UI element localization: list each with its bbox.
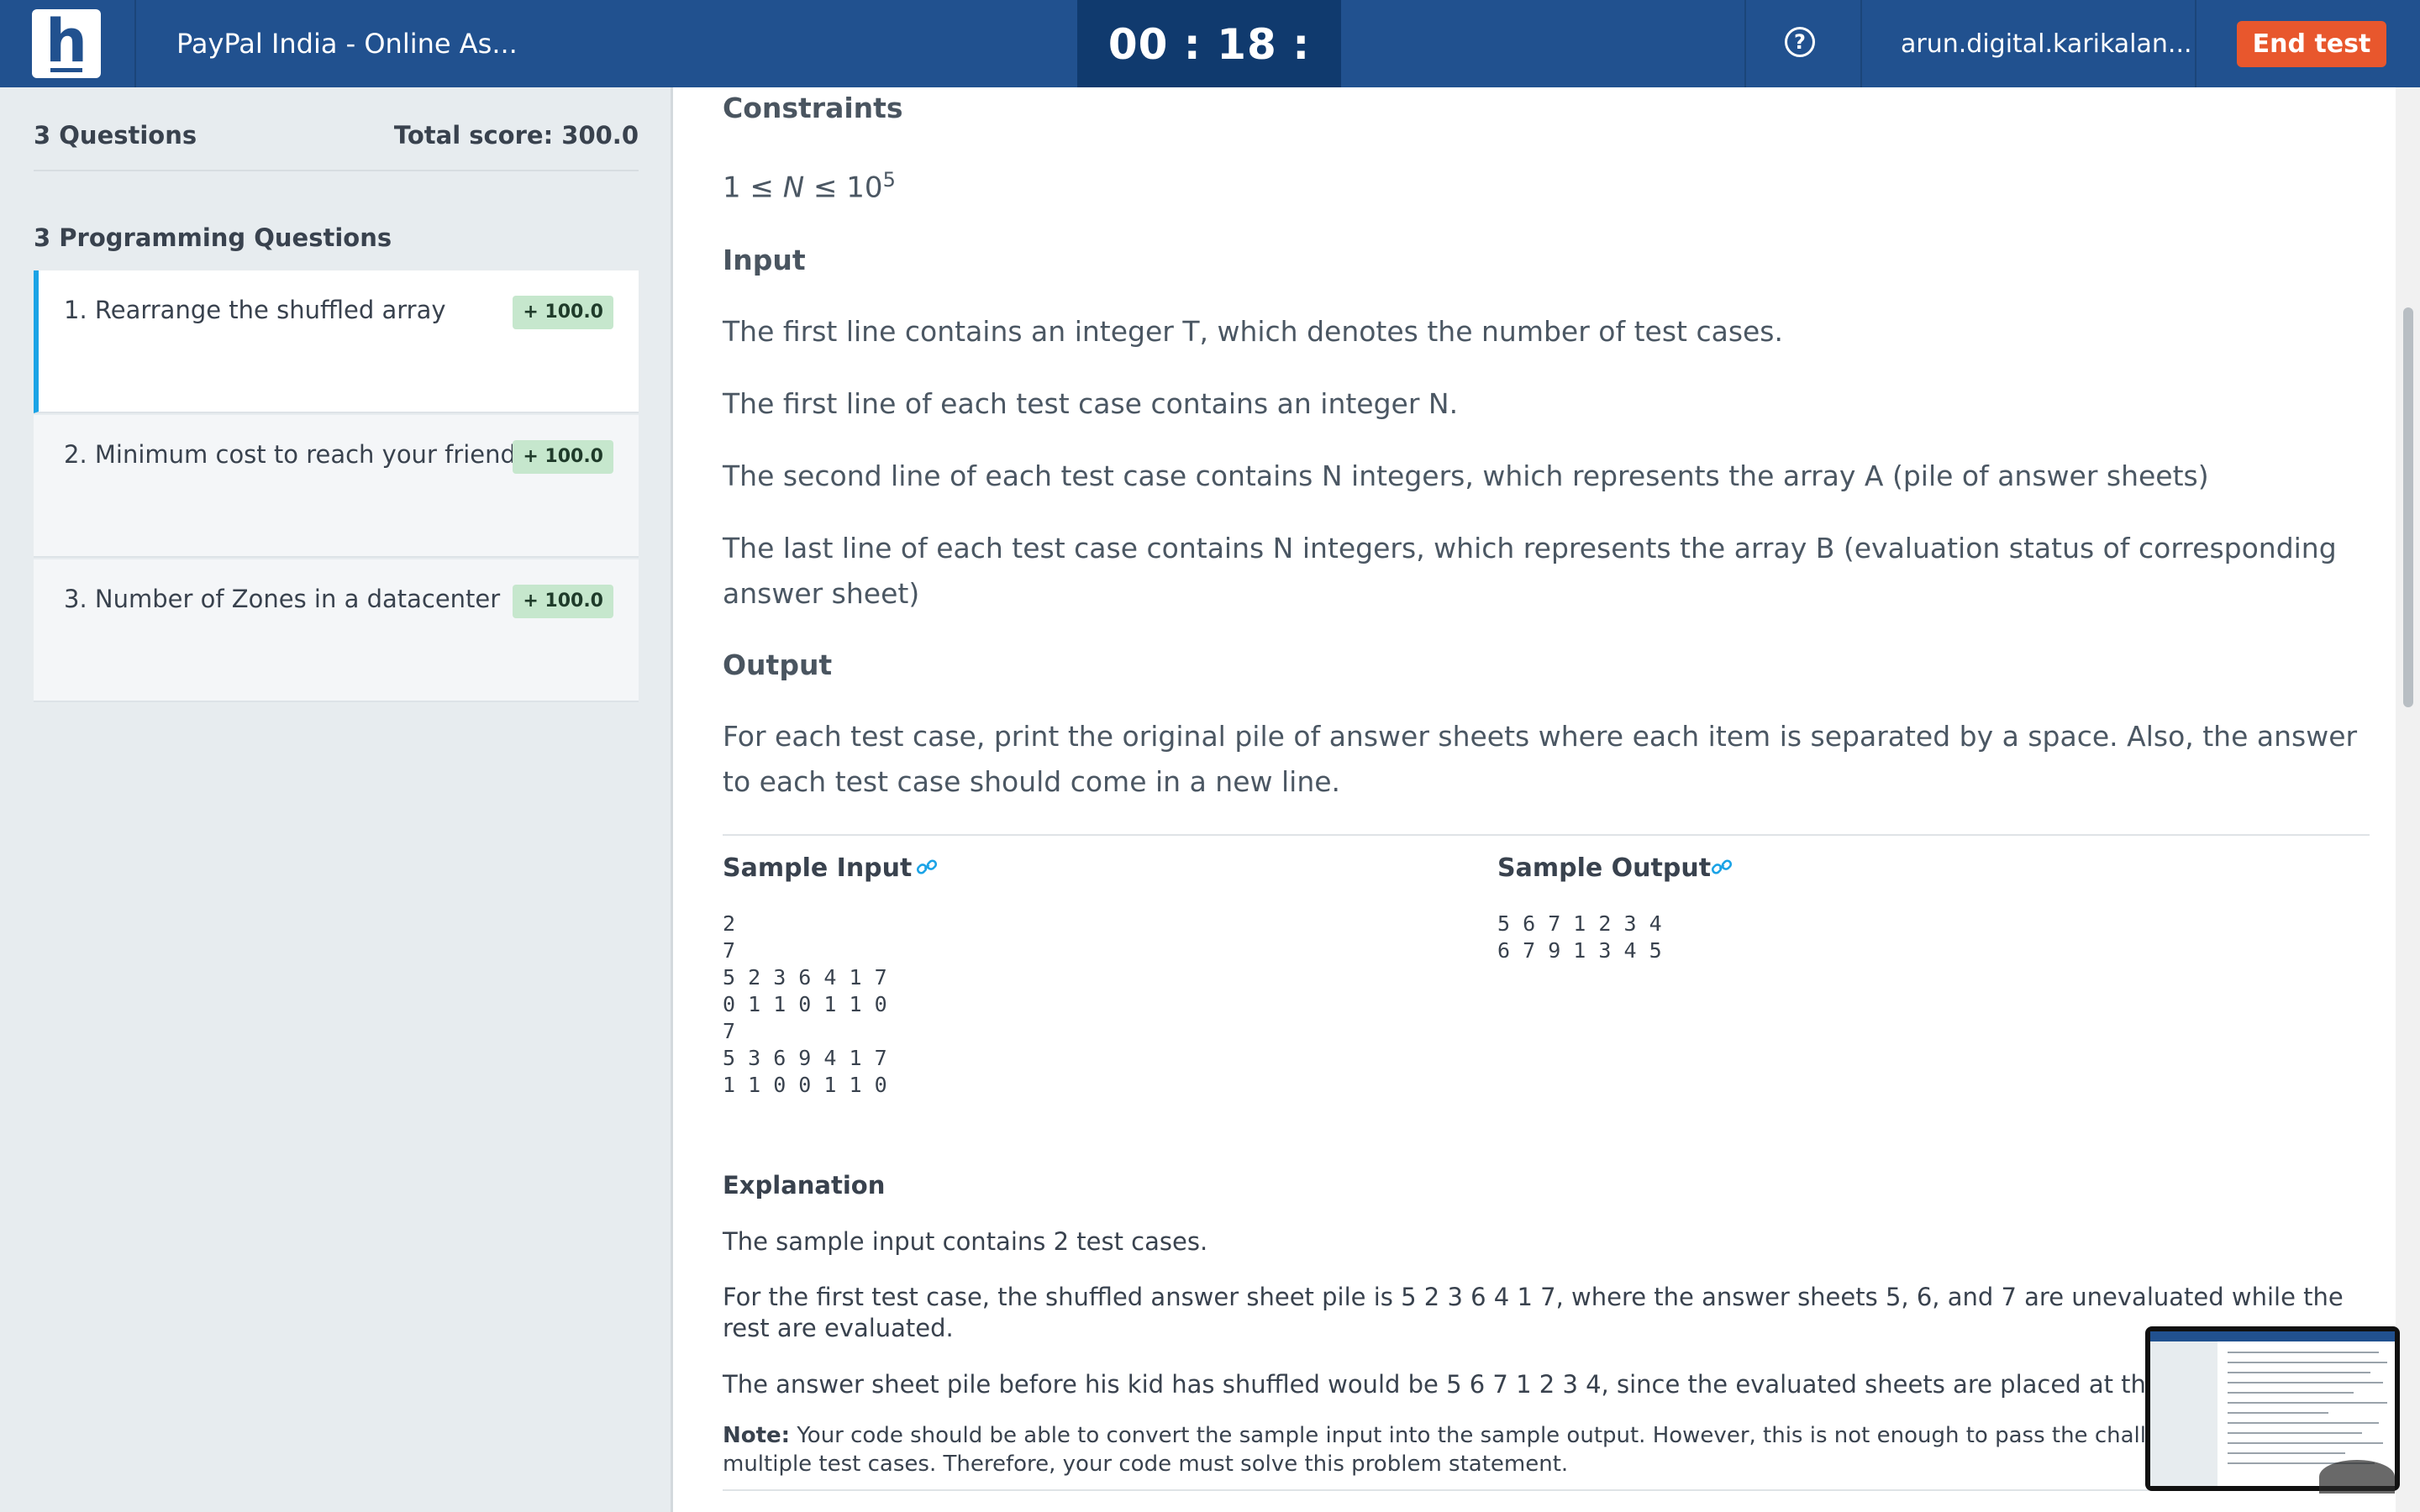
- preview-line: [2228, 1442, 2383, 1444]
- preview-line: [2228, 1422, 2379, 1424]
- problem-statement: Constraints 1 ≤ N ≤ 105 Input The first …: [673, 87, 2396, 1512]
- header-divider: [1860, 0, 1862, 87]
- question-title: 1. Rearrange the shuffled array: [64, 296, 446, 324]
- link-icon[interactable]: [1710, 855, 1733, 879]
- score-badge: + 100.0: [513, 585, 613, 618]
- preview-line: [2228, 1352, 2379, 1353]
- sample-input-heading: Sample Input: [723, 853, 913, 883]
- hackerrank-logo[interactable]: h: [32, 9, 101, 78]
- preview-line: [2228, 1402, 2387, 1404]
- preview-line: [2228, 1412, 2328, 1414]
- top-bar: h PayPal India - Online As... 00 : 18 : …: [0, 0, 2420, 158]
- constraint-exponent: 5: [882, 168, 896, 192]
- score-badge: + 100.0: [513, 296, 613, 329]
- section-heading: 3 Programming Questions: [34, 223, 392, 252]
- scrollbar-track[interactable]: [2396, 87, 2420, 1512]
- sample-output-block[interactable]: 5 6 7 1 2 3 4 6 7 9 1 3 4 5: [1497, 911, 1662, 964]
- preview-line: [2228, 1362, 2387, 1363]
- countdown-timer: 00 : 18 : 43: [1077, 0, 1341, 158]
- constraints-heading: Constraints: [723, 92, 903, 124]
- note-label: Note:: [723, 1423, 791, 1448]
- constraint-variable: N: [782, 171, 805, 205]
- question-sidebar: 3 Questions Total score: 300.0 3 Program…: [0, 87, 673, 1512]
- constraint-mid: ≤ 10: [804, 171, 883, 205]
- preview-line: [2228, 1392, 2354, 1394]
- link-icon[interactable]: [915, 855, 939, 879]
- user-menu[interactable]: arun.digital.karikalan...: [1901, 0, 2192, 87]
- question-item-1[interactable]: 1. Rearrange the shuffled array + 100.0: [34, 270, 639, 413]
- preview-line: [2228, 1382, 2383, 1383]
- webcam-indicator: [2319, 1460, 2395, 1494]
- input-line: The second line of each test case contai…: [723, 459, 2209, 492]
- header-divider: [134, 0, 136, 87]
- question-count: 3 Questions: [34, 121, 197, 150]
- sample-input-block[interactable]: 2 7 5 2 3 6 4 1 7 0 1 1 0 1 1 0 7 5 3 6 …: [723, 911, 887, 1099]
- preview-line: [2228, 1372, 2370, 1373]
- score-badge: + 100.0: [513, 440, 613, 474]
- logo-underline: [50, 68, 82, 72]
- question-title: 3. Number of Zones in a datacenter: [64, 585, 501, 613]
- sidebar-divider: [34, 170, 639, 171]
- question-item-2[interactable]: 2. Minimum cost to reach your friend + 1…: [34, 415, 639, 558]
- explanation-line: The answer sheet pile before his kid has…: [723, 1370, 2280, 1399]
- output-heading: Output: [723, 648, 833, 681]
- preview-line: [2228, 1452, 2345, 1454]
- note-body: Your code should be able to convert the …: [723, 1423, 2349, 1477]
- header-divider: [2195, 0, 2196, 87]
- question-title: 2. Minimum cost to reach your friend: [64, 440, 516, 469]
- question-circle-icon[interactable]: ?: [1785, 27, 1815, 57]
- output-text: For each test case, print the original p…: [723, 720, 2358, 798]
- question-item-3[interactable]: 3. Number of Zones in a datacenter + 100…: [34, 559, 639, 702]
- section-divider: [723, 1489, 2370, 1491]
- preview-header: [2150, 1331, 2395, 1341]
- input-line: The first line contains an integer T, wh…: [723, 315, 1783, 348]
- preview-sidebar: [2150, 1341, 2217, 1486]
- explanation-line: The sample input contains 2 test cases.: [723, 1227, 1208, 1256]
- input-line: The first line of each test case contain…: [723, 387, 1459, 420]
- section-divider: [723, 834, 2370, 836]
- header-divider: [1744, 0, 1746, 87]
- constraint-text: 1 ≤ N ≤ 105: [723, 168, 896, 204]
- note-text: Note: Your code should be able to conver…: [723, 1421, 2370, 1478]
- explanation-line: For the first test case, the shuffled an…: [723, 1283, 2344, 1342]
- end-test-button[interactable]: End test: [2237, 21, 2386, 67]
- total-score: Total score: 300.0: [393, 121, 639, 150]
- sample-output-heading: Sample Output: [1497, 853, 1712, 883]
- input-line: The last line of each test case contains…: [723, 532, 2337, 610]
- input-heading: Input: [723, 244, 806, 276]
- preview-line: [2228, 1432, 2362, 1434]
- explanation-heading: Explanation: [723, 1171, 886, 1200]
- scrollbar-thumb[interactable]: [2403, 307, 2413, 707]
- constraint-prefix: 1 ≤: [723, 171, 783, 205]
- test-title: PayPal India - Online As...: [176, 28, 518, 60]
